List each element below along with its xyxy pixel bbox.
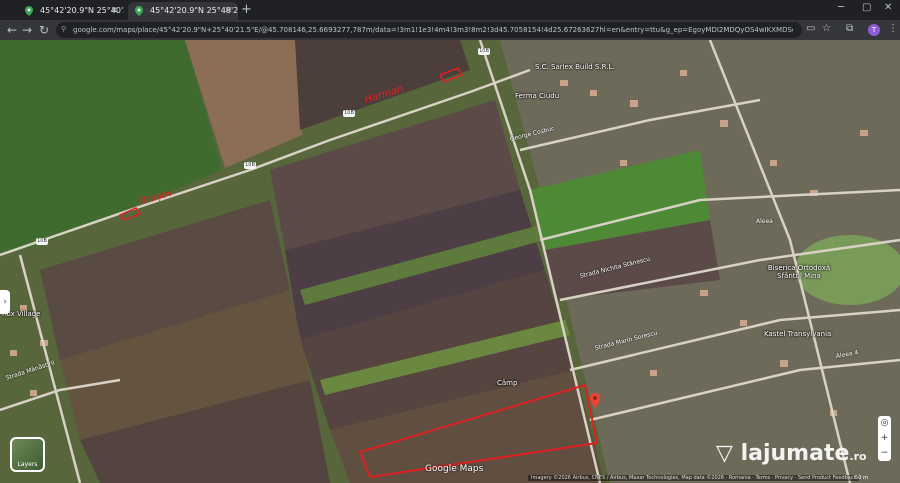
new-tab-button[interactable]: + <box>241 2 252 18</box>
poi-biserica[interactable]: Biserica Ortodoxă Sfântul Mina <box>764 264 834 280</box>
road-shield: 10B <box>36 238 48 245</box>
zoom-in-button[interactable]: + <box>878 431 891 446</box>
satellite-imagery <box>0 40 900 483</box>
google-maps-logo: Google Maps <box>425 464 484 474</box>
layers-label: Layers <box>17 461 38 468</box>
lajumate-watermark: ▽ lajumate.ro <box>716 441 867 466</box>
maps-pin-icon <box>135 6 143 16</box>
layers-button[interactable]: Layers <box>10 437 45 472</box>
back-icon[interactable]: ← <box>7 22 17 38</box>
reload-icon[interactable]: ↻ <box>39 22 49 38</box>
forward-icon[interactable]: → <box>22 22 32 38</box>
scale-bar: 50 m <box>855 475 868 481</box>
maps-pin-icon <box>25 6 33 16</box>
minimize-icon[interactable]: ─ <box>838 2 844 13</box>
map-attribution: Imagery ©2026 Airbus, CNES / Airbus, Max… <box>528 475 860 481</box>
watermark-tld: .ro <box>849 450 867 463</box>
zoom-controls: ◎ + − <box>878 416 891 461</box>
road-shield: 10B <box>343 110 355 117</box>
tab-1[interactable]: 45°42'20.9"N 25°40'21.5"E - Go ✕ <box>18 2 124 20</box>
watermark-brand: lajumate <box>740 441 850 466</box>
street-label: Aleea <box>756 218 773 225</box>
cast-icon[interactable]: ▭ <box>806 23 815 34</box>
road-shield: 10B <box>244 162 256 169</box>
bookmark-star-icon[interactable]: ☆ <box>822 23 831 34</box>
my-location-icon[interactable]: ◎ <box>878 416 891 431</box>
poi-ferma-ciudu[interactable]: Ferma Ciudu <box>515 92 559 100</box>
watermark-logo-icon: ▽ <box>716 441 733 466</box>
poi-camp[interactable]: Câmp <box>497 379 517 387</box>
profile-avatar[interactable]: T <box>868 24 880 36</box>
collapse-panel-button[interactable]: › <box>0 290 10 314</box>
url-text: google.com/maps/place/45°42'20.9"N+25°40… <box>73 26 793 34</box>
address-bar[interactable]: ⚲ google.com/maps/place/45°42'20.9"N+25°… <box>56 22 802 38</box>
poi-kastel[interactable]: Kastel Transylvania <box>764 330 831 338</box>
site-info-icon[interactable]: ⚲ <box>61 25 69 33</box>
maximize-icon[interactable]: ▢ <box>862 2 871 13</box>
zoom-out-button[interactable]: − <box>878 446 891 461</box>
poi-sarlex[interactable]: S.C. Sarlex Build S.R.L. <box>535 63 615 71</box>
tab-1-close-icon[interactable]: ✕ <box>110 2 118 20</box>
satellite-map[interactable]: Harman Brașov 10B 10B 10B 10B S.C. Sarle… <box>0 40 900 483</box>
tab-bar: 45°42'20.9"N 25°40'21.5"E - Go ✕ 45°42'2… <box>0 0 900 20</box>
menu-icon[interactable]: ⋮ <box>888 23 898 34</box>
tab-2[interactable]: 45°42'20.9"N 25°40'21.5"E - Go ✕ <box>128 2 238 20</box>
extensions-icon[interactable]: ⧉ <box>846 23 853 34</box>
road-shield: 10B <box>478 48 490 55</box>
tab-2-close-icon[interactable]: ✕ <box>224 2 232 20</box>
browser-toolbar: ← → ↻ ⚲ google.com/maps/place/45°42'20.9… <box>0 20 900 40</box>
close-window-icon[interactable]: ✕ <box>884 2 892 13</box>
